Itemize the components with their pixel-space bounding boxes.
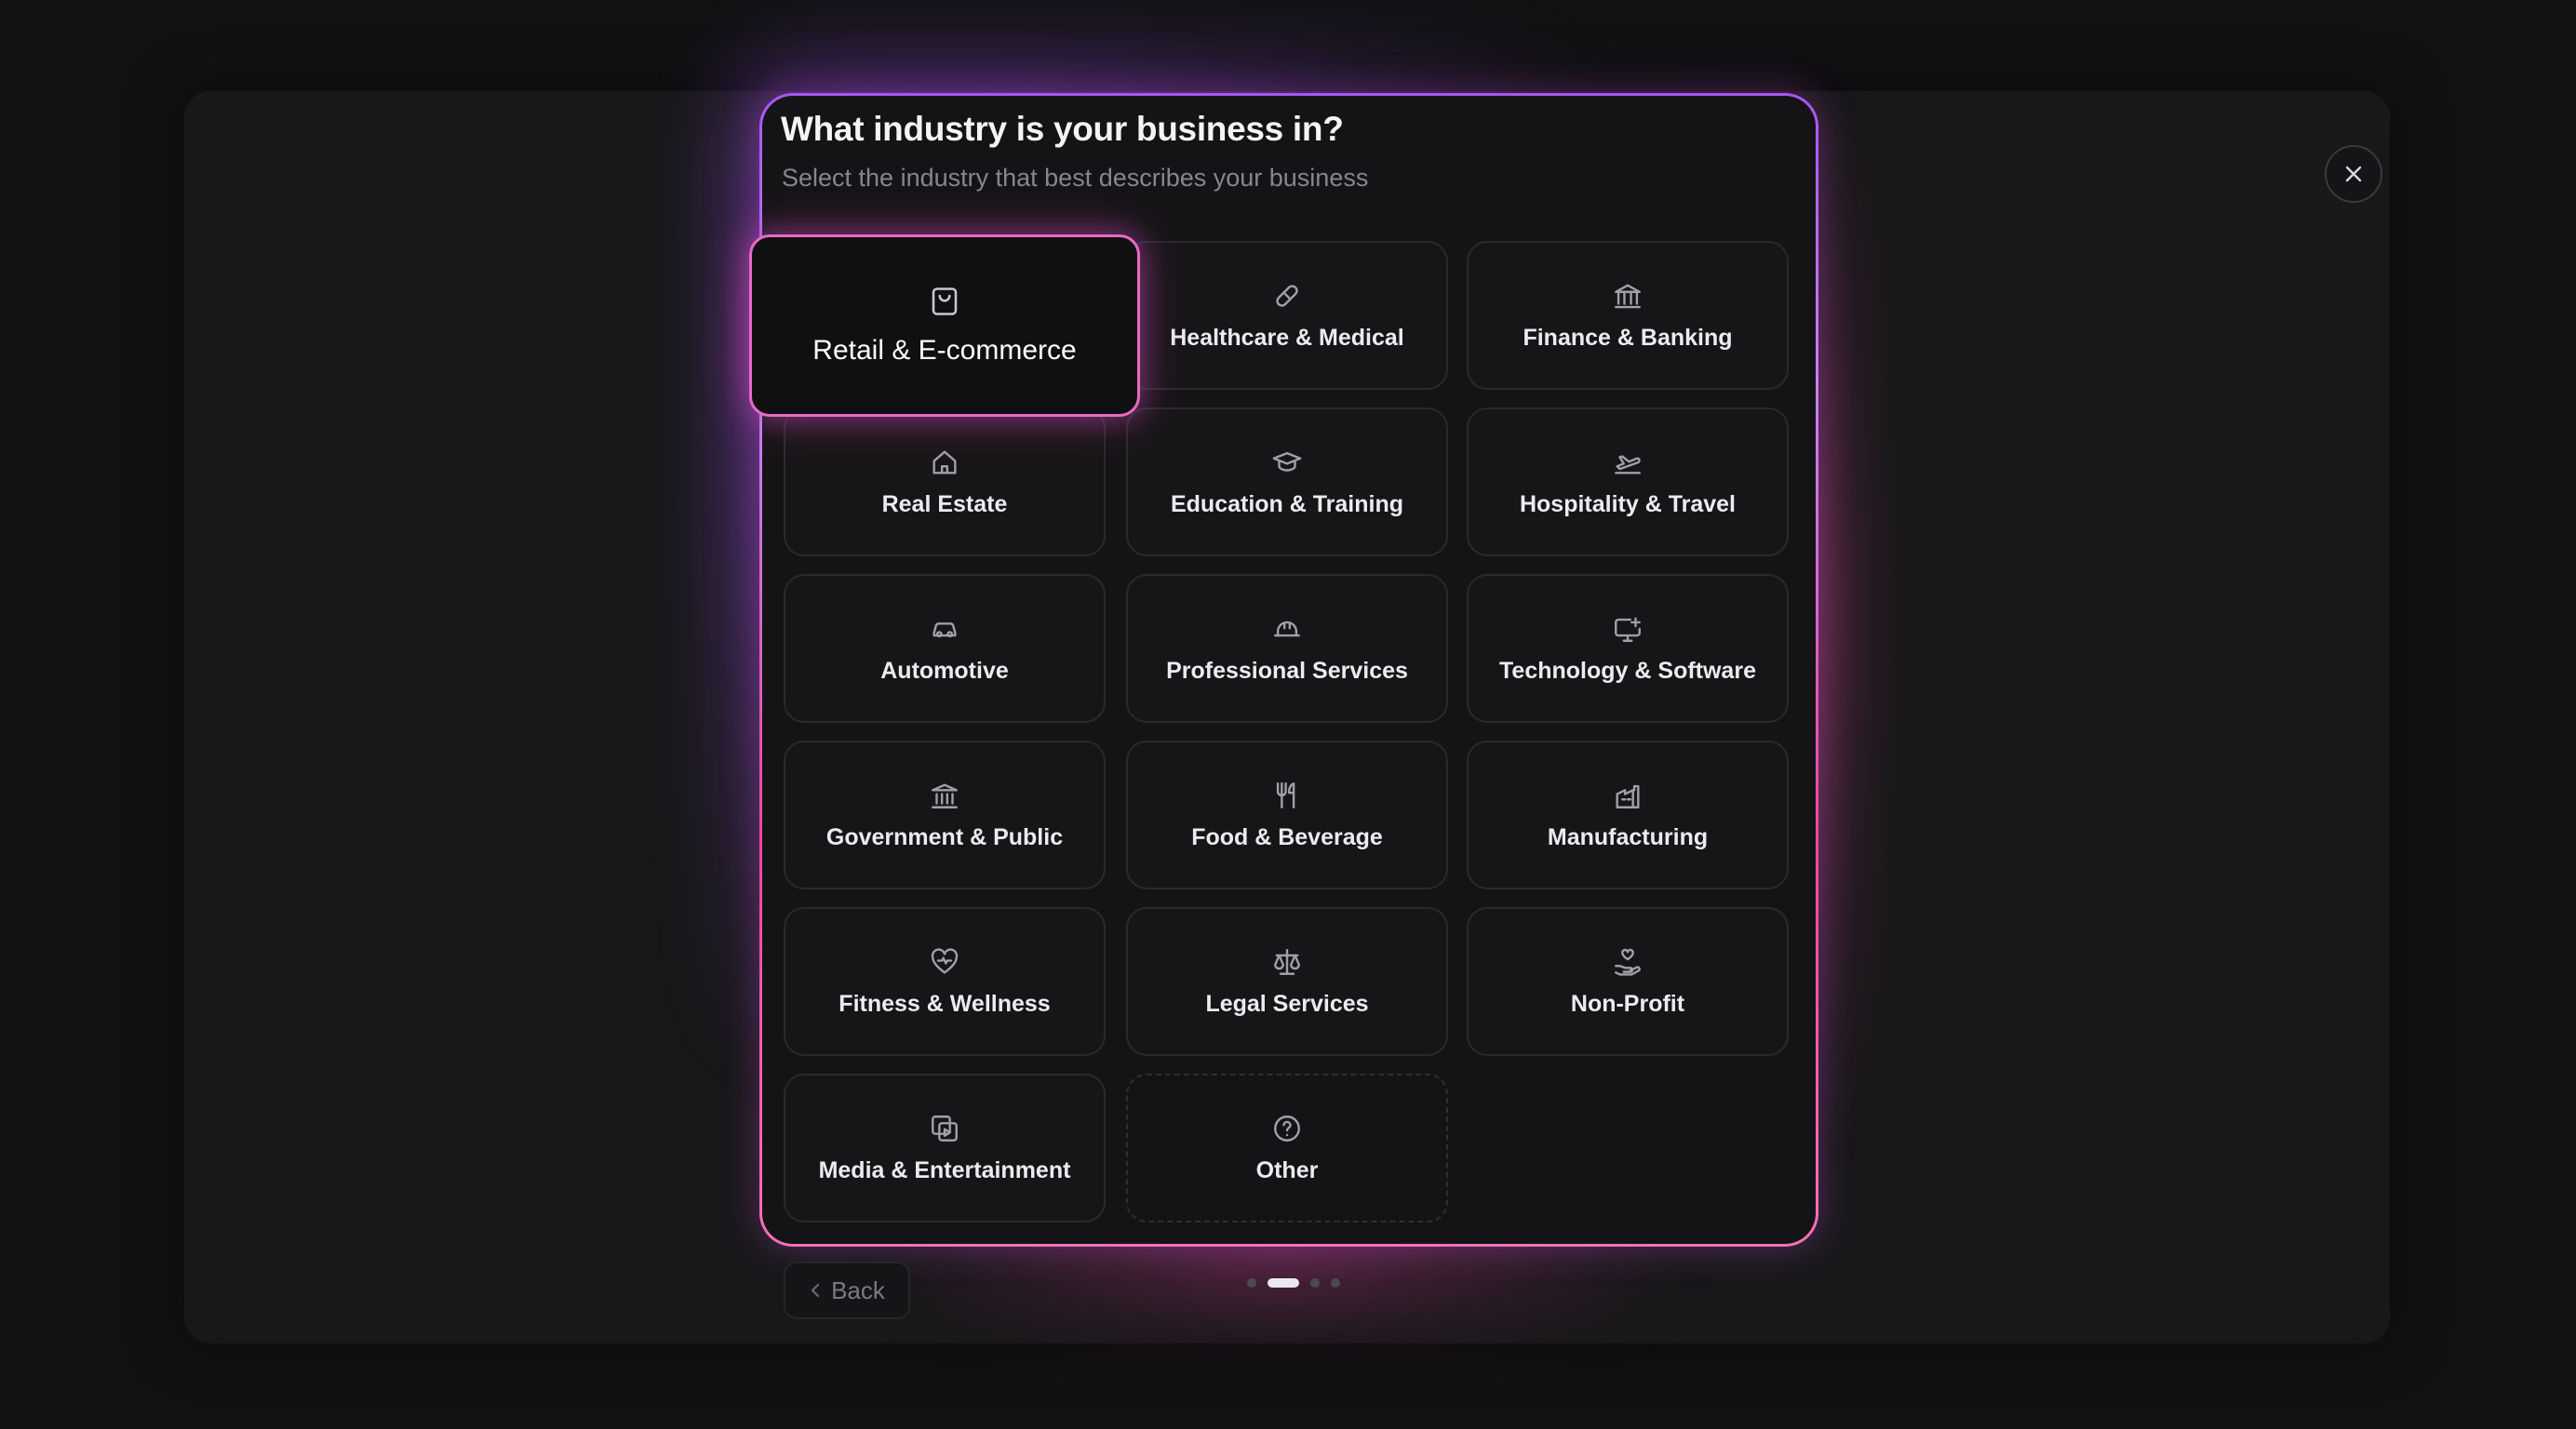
industry-label: Food & Beverage: [1191, 823, 1383, 850]
industry-label: Real Estate: [881, 490, 1008, 517]
house-icon: [929, 447, 960, 478]
industry-card-media[interactable]: Media & Entertainment: [784, 1074, 1106, 1222]
industry-card-finance[interactable]: Finance & Banking: [1467, 241, 1789, 390]
plane-icon: [1612, 447, 1644, 478]
shopping-bag-icon: [928, 285, 961, 318]
close-button[interactable]: [2325, 145, 2382, 203]
industry-card-education[interactable]: Education & Training: [1126, 407, 1448, 556]
close-icon: [2345, 166, 2362, 182]
industry-label: Legal Services: [1205, 990, 1369, 1017]
industry-label: Automotive: [880, 657, 1009, 684]
industry-label: Other: [1255, 1156, 1319, 1183]
bank-icon: [1612, 280, 1644, 312]
step-dot-active: [1268, 1278, 1299, 1288]
hand-heart-icon: [1612, 946, 1644, 978]
industry-label: Professional Services: [1166, 657, 1408, 684]
industry-label: Manufacturing: [1547, 823, 1709, 850]
step-indicator: [1247, 1277, 1340, 1289]
heart-pulse-icon: [929, 946, 960, 978]
industry-card-technology[interactable]: Technology & Software: [1467, 574, 1789, 723]
industry-card-other[interactable]: Other: [1126, 1074, 1448, 1222]
chevron-left-icon: [811, 1283, 820, 1298]
industry-label: Government & Public: [825, 823, 1064, 850]
monitor-plus-icon: [1612, 613, 1644, 645]
industry-card-manufacturing[interactable]: Manufacturing: [1467, 741, 1789, 889]
industry-card-food[interactable]: Food & Beverage: [1126, 741, 1448, 889]
industry-label: Healthcare & Medical: [1170, 324, 1404, 351]
factory-icon: [1612, 780, 1644, 811]
step-dot: [1247, 1278, 1256, 1288]
dialog-subtitle: Select the industry that best describes …: [782, 164, 1369, 192]
industry-card-fitness[interactable]: Fitness & Wellness: [784, 907, 1106, 1056]
car-icon: [929, 613, 960, 645]
industry-card-non-profit[interactable]: Non-Profit: [1467, 907, 1789, 1056]
industry-card-legal[interactable]: Legal Services: [1126, 907, 1448, 1056]
industry-label: Non-Profit: [1570, 990, 1685, 1017]
utensils-icon: [1271, 780, 1303, 811]
pill-icon: [1271, 280, 1303, 312]
industry-label: Media & Entertainment: [818, 1156, 1071, 1183]
industry-label: Technology & Software: [1499, 657, 1756, 684]
scale-icon: [1271, 946, 1303, 978]
step-dot: [1310, 1278, 1320, 1288]
industry-label: Hospitality & Travel: [1519, 490, 1737, 517]
industry-card-retail[interactable]: Retail & E-commerce: [749, 234, 1140, 417]
industry-label: Retail & E-commerce: [812, 335, 1077, 366]
industry-card-government[interactable]: Government & Public: [784, 741, 1106, 889]
industry-card-healthcare[interactable]: Healthcare & Medical: [1126, 241, 1448, 390]
industry-card-professional[interactable]: Professional Services: [1126, 574, 1448, 723]
industry-card-real-estate[interactable]: Real Estate: [784, 407, 1106, 556]
industry-card-automotive[interactable]: Automotive: [784, 574, 1106, 723]
industry-card-hospitality[interactable]: Hospitality & Travel: [1467, 407, 1789, 556]
media-icon: [929, 1113, 960, 1144]
back-button[interactable]: Back: [784, 1262, 910, 1319]
industry-label: Education & Training: [1170, 490, 1403, 517]
hard-hat-icon: [1271, 613, 1303, 645]
dialog-title: What industry is your business in?: [781, 110, 1344, 148]
industry-label: Fitness & Wellness: [839, 990, 1051, 1017]
step-dot: [1331, 1278, 1340, 1288]
industry-label: Finance & Banking: [1523, 324, 1733, 351]
help-circle-icon: [1271, 1113, 1303, 1144]
back-label: Back: [831, 1275, 885, 1304]
graduation-cap-icon: [1271, 447, 1303, 478]
landmark-icon: [929, 780, 960, 811]
